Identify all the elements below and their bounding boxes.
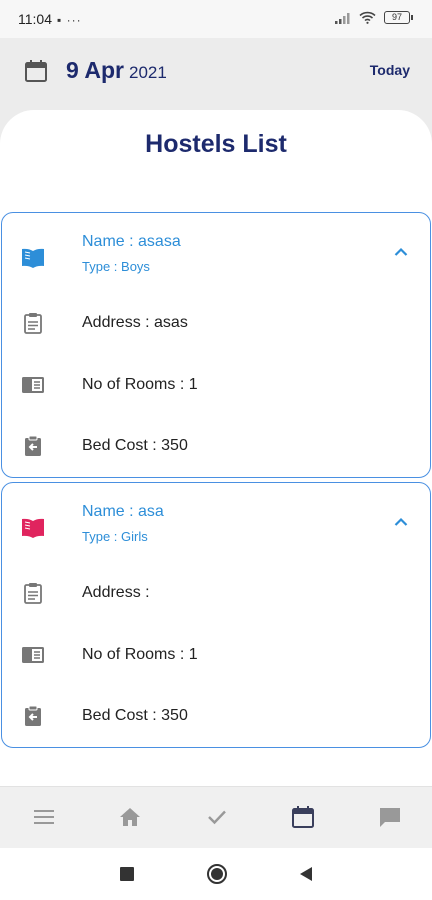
status-bar: 11:04 ▪ ··· 97 (0, 0, 432, 38)
date-header: 9 Apr 2021 Today (0, 38, 432, 110)
clipboard-icon (20, 580, 46, 606)
hostel-bed-cost: Bed Cost : 350 (82, 437, 188, 454)
chat-icon[interactable] (372, 799, 408, 835)
bed-cost-row: Bed Cost : 350 (2, 696, 430, 736)
book-icon (20, 515, 46, 541)
book-icon (20, 245, 46, 271)
hostel-type: Type : Girls (82, 529, 148, 544)
menu-icon[interactable] (26, 799, 62, 835)
clipboard-icon (20, 310, 46, 336)
rooms-row: No of Rooms : 1 (2, 365, 430, 405)
rooms-icon (20, 642, 46, 668)
status-time: 11:04 (18, 11, 52, 27)
check-icon[interactable] (199, 799, 235, 835)
hostel-bed-cost: Bed Cost : 350 (82, 707, 188, 724)
rooms-row: No of Rooms : 1 (2, 635, 430, 675)
hostel-name: Name : asa (82, 503, 164, 520)
hostel-header-row[interactable]: Name : asasa Type : Boys (2, 227, 430, 275)
recents-icon[interactable] (115, 862, 139, 886)
hostel-rooms: No of Rooms : 1 (82, 376, 198, 393)
hostel-rooms: No of Rooms : 1 (82, 646, 198, 663)
wifi-icon (359, 11, 376, 24)
home-button-icon[interactable] (205, 862, 229, 886)
content-sheet: Hostels List Name : asasa Type : Boys Ad… (0, 110, 432, 786)
hostel-card[interactable]: Name : asasa Type : Boys Address : asas (1, 212, 431, 478)
notification-icons: ▪ ··· (57, 13, 82, 27)
page-title: Hostels List (145, 130, 287, 158)
date-year[interactable]: 2021 (129, 63, 167, 83)
bed-cost-row: Bed Cost : 350 (2, 426, 430, 466)
date-day[interactable]: 9 Apr (66, 57, 124, 84)
home-icon[interactable] (112, 799, 148, 835)
hostel-address: Address : (82, 584, 150, 601)
hostel-type: Type : Boys (82, 259, 150, 274)
calendar-icon[interactable] (285, 799, 321, 835)
address-row: Address : (2, 573, 430, 613)
chevron-up-icon[interactable] (394, 247, 408, 257)
system-nav-bar (0, 848, 432, 900)
hostel-address: Address : asas (82, 314, 188, 331)
chevron-up-icon[interactable] (394, 517, 408, 527)
hostel-card[interactable]: Name : asa Type : Girls Address : No of … (1, 482, 431, 748)
calendar-icon[interactable] (24, 59, 48, 83)
signal-icon (335, 12, 350, 24)
rooms-icon (20, 372, 46, 398)
clipboard-return-icon (20, 703, 46, 729)
clipboard-return-icon (20, 433, 46, 459)
today-button[interactable]: Today (370, 62, 410, 78)
address-row: Address : asas (2, 303, 430, 343)
hostel-name: Name : asasa (82, 233, 181, 250)
hostel-header-row[interactable]: Name : asa Type : Girls (2, 497, 430, 545)
bottom-nav (0, 786, 432, 848)
battery-icon: 97 (384, 11, 413, 24)
back-icon[interactable] (294, 862, 318, 886)
